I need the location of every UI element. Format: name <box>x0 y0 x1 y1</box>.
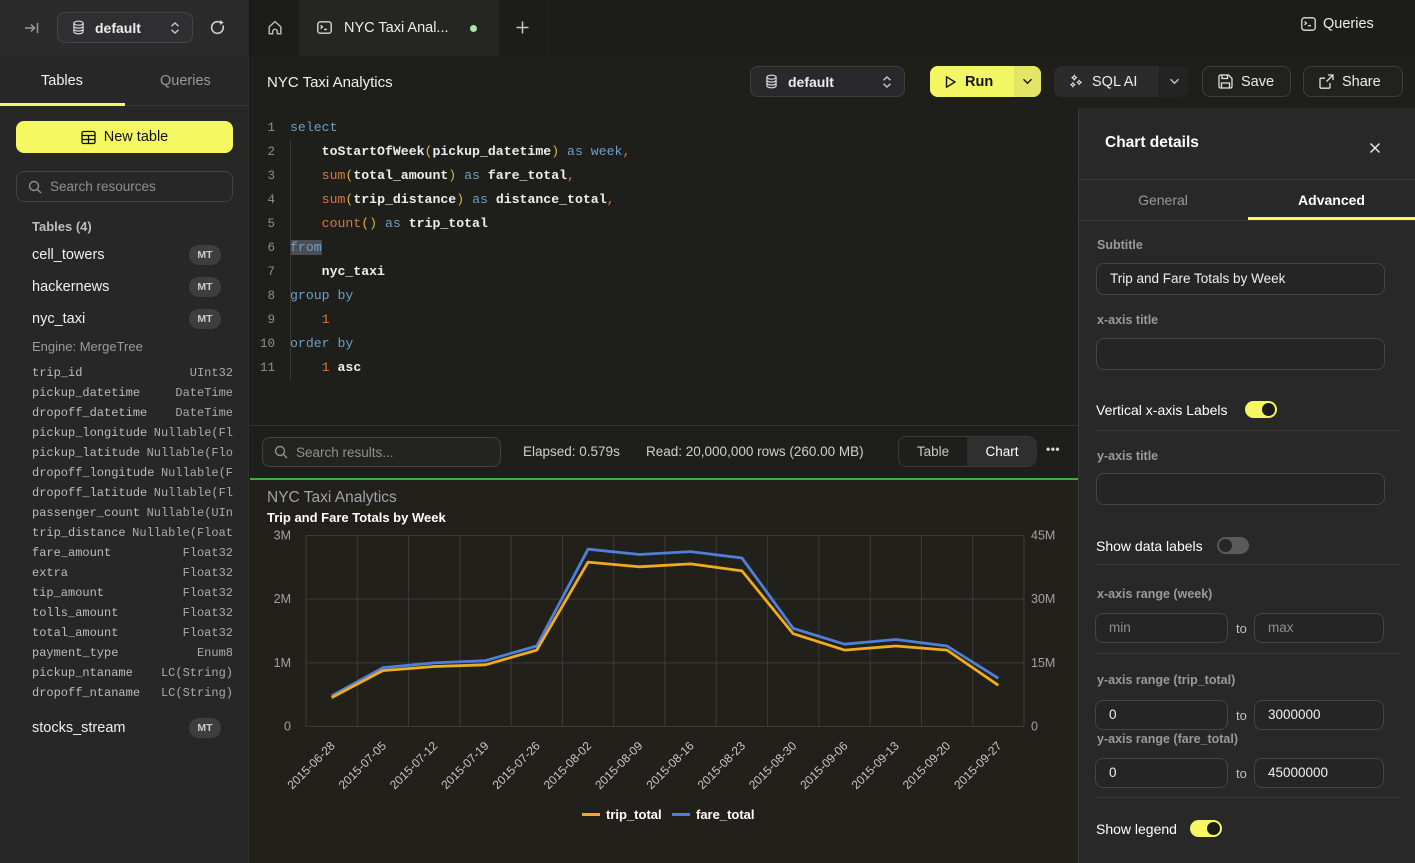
svg-text:2015-09-20: 2015-09-20 <box>900 738 954 792</box>
svg-text:2015-08-23: 2015-08-23 <box>695 738 749 792</box>
svg-text:2015-08-30: 2015-08-30 <box>746 738 800 792</box>
svg-text:2015-06-28: 2015-06-28 <box>284 738 338 792</box>
svg-text:2015-07-19: 2015-07-19 <box>438 738 492 792</box>
svg-text:2015-07-26: 2015-07-26 <box>490 738 544 792</box>
svg-text:2015-08-16: 2015-08-16 <box>643 738 697 792</box>
svg-text:2015-09-06: 2015-09-06 <box>797 738 851 792</box>
svg-text:2015-09-13: 2015-09-13 <box>849 738 903 792</box>
svg-text:45M: 45M <box>1031 529 1055 543</box>
svg-text:15M: 15M <box>1031 656 1055 670</box>
svg-text:3M: 3M <box>274 529 291 543</box>
svg-text:fare_total: fare_total <box>696 807 755 822</box>
svg-text:trip_total: trip_total <box>606 807 662 822</box>
svg-text:30M: 30M <box>1031 592 1055 606</box>
svg-text:2015-07-05: 2015-07-05 <box>336 738 390 792</box>
svg-text:0: 0 <box>284 720 291 734</box>
svg-text:0: 0 <box>1031 720 1038 734</box>
svg-text:2015-08-09: 2015-08-09 <box>592 738 646 792</box>
svg-text:2M: 2M <box>274 592 291 606</box>
svg-text:2015-08-02: 2015-08-02 <box>541 738 595 792</box>
svg-text:1M: 1M <box>274 656 291 670</box>
svg-text:2015-07-12: 2015-07-12 <box>387 738 441 792</box>
svg-text:2015-09-27: 2015-09-27 <box>951 738 1005 792</box>
